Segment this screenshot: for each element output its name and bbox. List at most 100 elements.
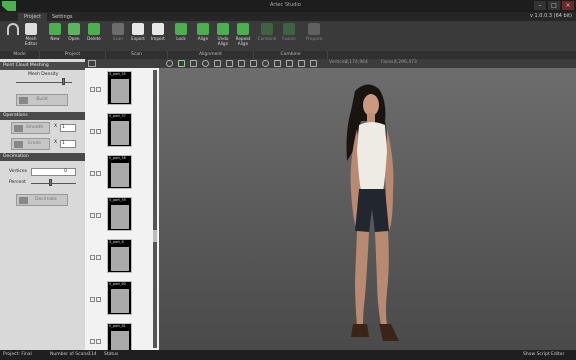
- sphere-icon[interactable]: [202, 60, 209, 67]
- lock-button[interactable]: Lock: [171, 23, 191, 51]
- section-combine: Combine: [254, 51, 328, 59]
- mesh-editor-button[interactable]: Mesh Editor: [21, 23, 41, 51]
- record-icon[interactable]: [298, 60, 305, 67]
- view-mode-icon[interactable]: [166, 60, 173, 67]
- new-button[interactable]: New: [45, 23, 65, 51]
- scan-preview-image: [111, 247, 129, 271]
- fusion-button[interactable]: Fusion: [279, 23, 299, 51]
- undo-align-icon: [217, 23, 229, 35]
- tab-project[interactable]: Project: [18, 13, 48, 21]
- visibility-checkbox[interactable]: [90, 339, 95, 344]
- scanned-person-model[interactable]: [327, 81, 417, 346]
- zoom-fit-icon[interactable]: [190, 60, 197, 67]
- close-button[interactable]: ×: [562, 1, 574, 10]
- delete-button[interactable]: Delete: [84, 23, 104, 51]
- new-icon: [49, 23, 61, 35]
- smooth-x-label: X: [54, 124, 58, 129]
- build-icon: [19, 97, 28, 104]
- play-icon[interactable]: [274, 60, 281, 67]
- scan-preview-image: [111, 205, 129, 229]
- import-icon: [152, 23, 164, 35]
- wifi-mode-button[interactable]: [3, 23, 23, 51]
- project-name: Project: Final: [3, 352, 32, 357]
- status-dropdown[interactable]: Status: [104, 352, 118, 357]
- lock-checkbox[interactable]: [96, 297, 101, 302]
- erode-button[interactable]: Erode: [11, 138, 50, 150]
- visibility-checkbox[interactable]: [90, 213, 95, 218]
- prepare-button[interactable]: Prepare: [304, 23, 324, 51]
- export-button[interactable]: Export: [128, 23, 148, 51]
- smooth-button[interactable]: Smooth: [11, 122, 50, 134]
- scan-button[interactable]: Scan: [108, 23, 128, 51]
- combine-button[interactable]: Combine: [257, 23, 277, 51]
- thumbnail-visibility-toggle[interactable]: [90, 339, 102, 344]
- thumbnail-visibility-toggle[interactable]: [90, 171, 102, 176]
- thumbnail-visibility-toggle[interactable]: [90, 129, 102, 134]
- combine-label: Combine: [257, 36, 277, 41]
- grid-icon[interactable]: [214, 60, 221, 67]
- maximize-button[interactable]: □: [548, 1, 560, 10]
- gear-icon[interactable]: [262, 60, 269, 67]
- visibility-checkbox[interactable]: [90, 87, 95, 92]
- select-icon[interactable]: [250, 60, 257, 67]
- 3d-viewport[interactable]: Vertices: 2,174,964 Faces: 4,296,473: [159, 59, 576, 350]
- thumbnail-visibility-toggle[interactable]: [90, 297, 102, 302]
- undo-align-button[interactable]: Undo Align: [213, 23, 233, 51]
- tab-settings[interactable]: Settings: [46, 13, 79, 21]
- scan-thumbnail[interactable]: 5_part_60: [107, 281, 132, 315]
- erode-iterations-input[interactable]: 1: [60, 140, 76, 148]
- smooth-iterations-input[interactable]: 1: [60, 124, 76, 132]
- visibility-checkbox[interactable]: [90, 171, 95, 176]
- open-button[interactable]: Open: [64, 23, 84, 51]
- scan-thumbnail[interactable]: 5_part_59: [107, 197, 132, 231]
- lock-checkbox[interactable]: [96, 255, 101, 260]
- thumbnail-visibility-toggle[interactable]: [90, 87, 102, 92]
- thumbnail-visibility-toggle[interactable]: [90, 255, 102, 260]
- build-button[interactable]: Build: [16, 94, 68, 106]
- percent-track[interactable]: [31, 183, 76, 184]
- scan-thumbnail[interactable]: 5_part_55: [107, 71, 132, 105]
- scrollbar-thumb[interactable]: [153, 230, 157, 242]
- operations-header[interactable]: Operations: [0, 112, 85, 120]
- wireframe-icon[interactable]: [238, 60, 245, 67]
- thumbnails-menu-icon[interactable]: [88, 60, 96, 67]
- repeat-align-icon: [237, 23, 249, 35]
- decimate-button[interactable]: Decimate: [16, 194, 68, 206]
- lock-checkbox[interactable]: [96, 129, 101, 134]
- decimation-header[interactable]: Decimation: [0, 153, 85, 161]
- scans-count-value: 114: [88, 352, 97, 357]
- scan-thumbnail[interactable]: 5_part_6: [107, 239, 132, 273]
- scan-thumbnail[interactable]: 5_part_57: [107, 113, 132, 147]
- lock-checkbox[interactable]: [96, 171, 101, 176]
- import-label: Import: [151, 36, 165, 41]
- point-cloud-meshing-header[interactable]: Point Cloud Meshing: [0, 62, 85, 70]
- scan-thumbnail[interactable]: 5_part_58: [107, 155, 132, 189]
- scans-count-label: Number of Scans:: [50, 352, 91, 357]
- repeat-align-button[interactable]: Repeat Align: [233, 23, 253, 51]
- move-icon[interactable]: [310, 60, 317, 67]
- visibility-checkbox[interactable]: [90, 255, 95, 260]
- percent-slider[interactable]: [49, 179, 53, 186]
- thumbnail-visibility-toggle[interactable]: [90, 213, 102, 218]
- scan-preview-image: [111, 79, 129, 103]
- align-button[interactable]: Align: [193, 23, 213, 51]
- display-icon[interactable]: [178, 60, 185, 67]
- mesh-editor-label: Mesh Editor: [24, 36, 38, 46]
- minimize-button[interactable]: –: [534, 1, 546, 10]
- mesh-density-slider[interactable]: [61, 78, 65, 85]
- scan-thumbnails-panel: 5_part_55 5_part_57 5_part_58 5_part_59 5_pa…: [85, 59, 159, 357]
- show-script-editor-button[interactable]: Show Script Editor: [523, 352, 564, 357]
- app-logo-icon[interactable]: [2, 1, 16, 11]
- stop-icon[interactable]: [286, 60, 293, 67]
- lock-checkbox[interactable]: [96, 213, 101, 218]
- vertices-input[interactable]: 0: [31, 168, 76, 176]
- visibility-checkbox[interactable]: [90, 297, 95, 302]
- import-button[interactable]: Import: [148, 23, 168, 51]
- section-scan: Scan: [106, 51, 168, 59]
- thumbnail-scrollbar[interactable]: [153, 70, 157, 348]
- lock-checkbox[interactable]: [96, 339, 101, 344]
- visibility-checkbox[interactable]: [90, 129, 95, 134]
- erode-x-label: X: [54, 140, 58, 145]
- texture-icon[interactable]: [226, 60, 233, 67]
- lock-checkbox[interactable]: [96, 87, 101, 92]
